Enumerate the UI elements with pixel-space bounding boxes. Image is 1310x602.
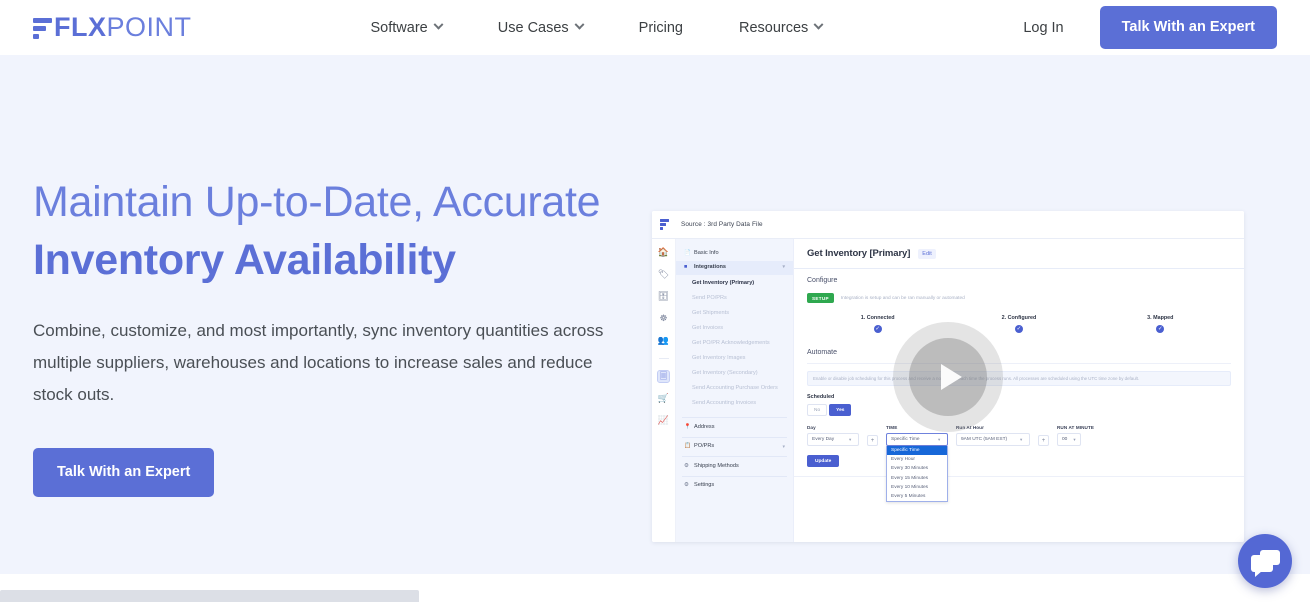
below-fold-section xyxy=(0,574,1310,602)
logo-text-point: POINT xyxy=(106,12,192,42)
chat-widget-button[interactable] xyxy=(1238,534,1292,588)
site-header: FLX POINT Software Use Cases Pricing Reso… xyxy=(0,0,1310,55)
header-actions: Log In Talk With an Expert xyxy=(1001,6,1277,49)
hero-subtitle: Combine, customize, and most importantly… xyxy=(33,321,604,404)
nav-label: Resources xyxy=(739,19,809,36)
app-screenshot: Source : 3rd Party Data File 🏠 🏷 🗄 ☸ 👥 🗏… xyxy=(652,211,1244,542)
chevron-down-icon xyxy=(813,19,824,30)
play-button-overlay[interactable] xyxy=(652,211,1244,542)
nav-item-pricing[interactable]: Pricing xyxy=(611,20,711,36)
main-navigation: Software Use Cases Pricing Resources xyxy=(343,20,851,36)
hero-title-line1: Maintain Up-to-Date, Accurate xyxy=(33,178,601,226)
hero-title: Maintain Up-to-Date, Accurate Inventory … xyxy=(33,173,612,289)
hero-copy: Maintain Up-to-Date, Accurate Inventory … xyxy=(0,55,612,497)
flxpoint-logo-mark-icon xyxy=(33,17,52,39)
next-section-placeholder xyxy=(0,590,419,602)
nav-item-resources[interactable]: Resources xyxy=(711,20,850,36)
header-talk-with-expert-button[interactable]: Talk With an Expert xyxy=(1099,6,1277,49)
nav-item-software[interactable]: Software xyxy=(343,20,470,36)
nav-label: Pricing xyxy=(638,19,683,36)
play-core xyxy=(909,337,987,416)
hero-title-line2: Inventory Availability xyxy=(33,236,456,284)
site-logo[interactable]: FLX POINT xyxy=(33,13,192,43)
hero-talk-with-expert-button[interactable]: Talk With an Expert xyxy=(33,448,215,497)
chevron-down-icon xyxy=(433,19,444,30)
play-icon xyxy=(893,321,1003,432)
hero-video-thumbnail[interactable]: Source : 3rd Party Data File 🏠 🏷 🗄 ☸ 👥 🗏… xyxy=(652,211,1244,542)
nav-item-use-cases[interactable]: Use Cases xyxy=(470,20,611,36)
logo-text-flx: FLX xyxy=(54,12,107,42)
nav-label: Software xyxy=(370,19,428,36)
chat-bubbles-icon xyxy=(1251,554,1273,577)
nav-label: Use Cases xyxy=(497,19,569,36)
login-link[interactable]: Log In xyxy=(1001,20,1099,36)
hero-section: Maintain Up-to-Date, Accurate Inventory … xyxy=(0,55,1310,574)
chevron-down-icon xyxy=(574,19,585,30)
play-triangle xyxy=(941,363,962,390)
